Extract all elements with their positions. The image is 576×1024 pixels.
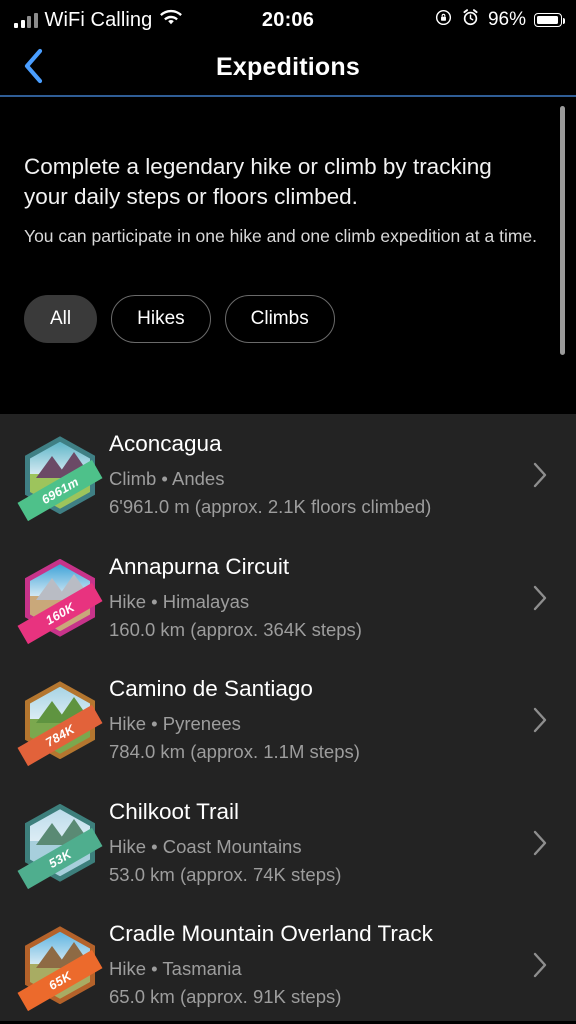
expedition-details: Cradle Mountain Overland Track Hike • Tas… <box>104 920 520 1010</box>
expedition-stat: 160.0 km (approx. 364K steps) <box>109 618 362 640</box>
expedition-row[interactable]: 784K Camino de Santiago Hike • Pyrenees 784… <box>0 659 576 782</box>
expedition-row[interactable]: 160K Annapurna Circuit Hike • Himalayas 160… <box>0 537 576 660</box>
expedition-name: Annapurna Circuit <box>109 553 290 579</box>
expedition-meta: Hike • Pyrenees <box>109 713 241 735</box>
filter-chip-climbs[interactable]: Climbs <box>224 295 335 343</box>
expedition-badge: 6961m <box>16 436 104 522</box>
expedition-stat: 53.0 km (approx. 74K steps) <box>109 863 342 885</box>
wifi-icon <box>159 9 183 32</box>
back-button[interactable] <box>8 40 58 97</box>
carrier-label: WiFi Calling <box>44 8 153 31</box>
chevron-right-icon[interactable] <box>520 828 560 858</box>
scrollbar[interactable] <box>560 106 565 355</box>
filter-chip-hikes[interactable]: Hikes <box>111 295 211 343</box>
status-bar: WiFi Calling 20:06 96% <box>0 0 576 40</box>
expedition-name: Camino de Santiago <box>109 676 313 702</box>
chevron-right-icon[interactable] <box>520 950 560 980</box>
cellular-bars-icon <box>14 12 38 28</box>
header-subtitle: You can participate in one hike and one … <box>24 226 538 246</box>
expedition-meta: Hike • Himalayas <box>109 590 250 612</box>
expedition-name: Chilkoot Trail <box>109 798 240 824</box>
chevron-right-icon[interactable] <box>520 460 560 490</box>
app-screen: WiFi Calling 20:06 96% Expeditions Compl… <box>0 0 576 1024</box>
header-section: Complete a legendary hike or climb by tr… <box>0 97 576 414</box>
expedition-details: Annapurna Circuit Hike • Himalayas 160.0 k… <box>104 553 520 643</box>
chevron-left-icon <box>20 46 46 91</box>
header-title: Complete a legendary hike or climb by tr… <box>24 154 492 209</box>
expedition-badge: 53K <box>16 803 104 889</box>
expedition-meta: Hike • Tasmania <box>109 958 242 980</box>
chevron-right-icon[interactable] <box>520 583 560 613</box>
expedition-badge: 784K <box>16 681 104 767</box>
expedition-badge: 65K <box>16 926 104 1012</box>
alarm-clock-icon <box>461 8 480 32</box>
rotation-lock-icon <box>434 8 453 32</box>
expedition-stat: 6'961.0 m (approx. 2.1K floors climbed) <box>109 496 432 518</box>
expedition-row[interactable]: 65K Cradle Mountain Overland Track Hike • … <box>0 904 576 1021</box>
status-bar-right: 96% <box>434 8 565 32</box>
expedition-row[interactable]: 6961m Aconcagua Climb • Andes 6'961.0 m (ap… <box>0 414 576 537</box>
expedition-badge: 160K <box>16 558 104 644</box>
battery-icon <box>534 13 565 27</box>
chevron-right-icon[interactable] <box>520 705 560 735</box>
expedition-name: Aconcagua <box>109 431 222 457</box>
battery-percent: 96% <box>487 9 526 30</box>
expedition-list: 6961m Aconcagua Climb • Andes 6'961.0 m (ap… <box>0 414 576 1021</box>
expedition-stat: 784.0 km (approx. 1.1M steps) <box>109 741 360 763</box>
navigation-bar: Expeditions <box>0 40 576 97</box>
page-title: Expeditions <box>216 53 360 81</box>
status-bar-left: WiFi Calling <box>14 9 183 32</box>
expedition-meta: Climb • Andes <box>109 468 225 490</box>
filter-chip-all[interactable]: All <box>24 295 98 343</box>
expedition-name: Cradle Mountain Overland Track <box>109 921 433 947</box>
filter-chip-group: All Hikes Climbs <box>24 295 552 343</box>
expedition-row[interactable]: 53K Chilkoot Trail Hike • Coast Mountains 5… <box>0 782 576 905</box>
expedition-stat: 65.0 km (approx. 91K steps) <box>109 986 342 1008</box>
expedition-details: Chilkoot Trail Hike • Coast Mountains 53.0… <box>104 798 520 888</box>
expedition-details: Camino de Santiago Hike • Pyrenees 784.0 k… <box>104 675 520 765</box>
expedition-details: Aconcagua Climb • Andes 6'961.0 m (approx.… <box>104 430 520 520</box>
expedition-meta: Hike • Coast Mountains <box>109 835 302 857</box>
